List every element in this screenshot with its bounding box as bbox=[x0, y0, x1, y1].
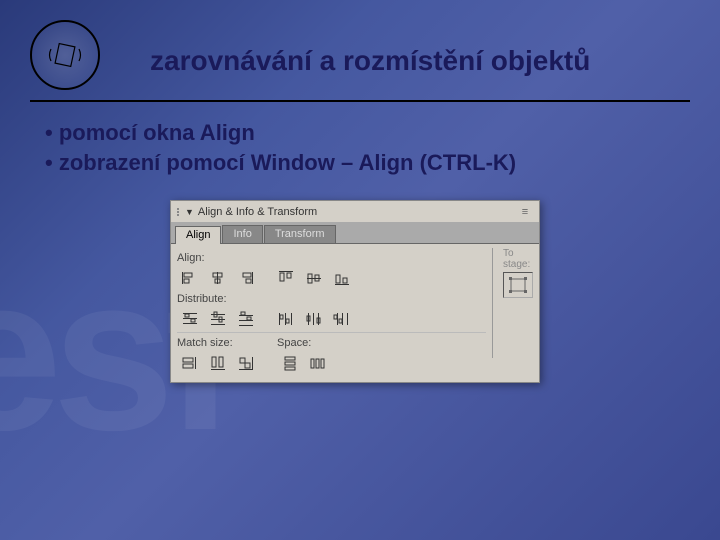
label-distribute: Distribute: bbox=[177, 293, 486, 305]
tab-info[interactable]: Info bbox=[222, 225, 262, 243]
match-width-button[interactable] bbox=[177, 352, 203, 374]
distribute-left-button[interactable] bbox=[273, 308, 299, 330]
match-both-button[interactable] bbox=[233, 352, 259, 374]
panel-grip-icon[interactable] bbox=[177, 208, 179, 216]
bullet-item: zobrazení pomocí Window – Align (CTRL-K) bbox=[45, 150, 516, 176]
panel-body: Align: Distribute: bbox=[171, 243, 539, 382]
align-hcenter-button[interactable] bbox=[205, 267, 231, 289]
panel-separator bbox=[492, 248, 493, 358]
slide-title: zarovnávání a rozmístění objektů bbox=[150, 45, 590, 77]
align-right-button[interactable] bbox=[233, 267, 259, 289]
align-top-button[interactable] bbox=[273, 267, 299, 289]
label-align: Align: bbox=[177, 252, 486, 264]
space-horizontal-button[interactable] bbox=[305, 352, 331, 374]
align-left-button[interactable] bbox=[177, 267, 203, 289]
distribute-hcenter-button[interactable] bbox=[301, 308, 327, 330]
collapse-triangle-icon[interactable]: ▼ bbox=[185, 207, 194, 217]
panel-menu-icon[interactable]: ≡ bbox=[517, 206, 533, 218]
match-height-button[interactable] bbox=[205, 352, 231, 374]
label-to-stage: To stage: bbox=[503, 248, 530, 270]
label-space: Space: bbox=[277, 337, 331, 349]
distribute-top-button[interactable] bbox=[177, 308, 203, 330]
space-vertical-button[interactable] bbox=[277, 352, 303, 374]
to-stage-button[interactable] bbox=[503, 272, 533, 298]
tab-align[interactable]: Align bbox=[175, 226, 221, 244]
tab-transform[interactable]: Transform bbox=[264, 225, 336, 243]
panel-tabs: Align Info Transform bbox=[171, 223, 539, 243]
slide-logo bbox=[30, 20, 100, 90]
align-vcenter-button[interactable] bbox=[301, 267, 327, 289]
bullet-item: pomocí okna Align bbox=[45, 120, 516, 146]
distribute-bottom-button[interactable] bbox=[233, 308, 259, 330]
align-bottom-button[interactable] bbox=[329, 267, 355, 289]
panel-titlebar[interactable]: ▼ Align & Info & Transform ≡ bbox=[171, 201, 539, 223]
title-divider bbox=[30, 100, 690, 102]
bullet-list: pomocí okna Align zobrazení pomocí Windo… bbox=[45, 120, 516, 180]
distribute-vcenter-button[interactable] bbox=[205, 308, 231, 330]
label-match-size: Match size: bbox=[177, 337, 259, 349]
distribute-right-button[interactable] bbox=[329, 308, 355, 330]
panel-title: Align & Info & Transform bbox=[198, 206, 513, 218]
align-panel: ▼ Align & Info & Transform ≡ Align Info … bbox=[170, 200, 540, 383]
